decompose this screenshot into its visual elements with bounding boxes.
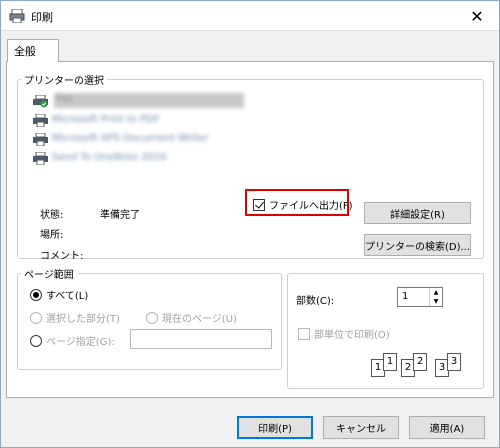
printer-icon: [9, 9, 25, 23]
selection-option: 選択した部分(T): [30, 310, 120, 325]
window-title: 印刷: [31, 11, 53, 24]
printer-name: Fax: [54, 93, 244, 108]
printer-icon: [33, 114, 48, 127]
current-page-label: 現在のページ(U): [162, 314, 237, 325]
all-pages-radio[interactable]: [30, 288, 42, 301]
status-value: 準備完了: [100, 210, 140, 221]
collate-page: 1: [383, 353, 397, 371]
status-label: 状態:: [40, 210, 64, 221]
printer-select-group: プリンターの選択 Fax Microsoft Print to PDF Micr…: [17, 72, 484, 262]
collate-label: 部単位で印刷(O): [314, 330, 390, 341]
printer-name: Microsoft XPS Document Writer: [52, 133, 209, 144]
copies-stepper[interactable]: 1 ▲ ▼: [397, 287, 443, 307]
list-item[interactable]: Microsoft Print to PDF: [32, 112, 472, 129]
printer-select-legend: プリンターの選択: [24, 76, 104, 87]
fax-printer-icon: [33, 95, 48, 108]
page-range-legend: ページ範囲: [24, 270, 74, 281]
cancel-button[interactable]: キャンセル: [323, 416, 399, 439]
copies-value: 1: [402, 291, 409, 302]
printer-icon: [33, 152, 48, 165]
collate-illustration: 1 1 2 2 3 3: [369, 351, 465, 379]
chevron-up-icon[interactable]: ▲: [430, 288, 442, 297]
list-item[interactable]: Send To OneNote 2016: [32, 150, 472, 167]
printer-icon: [33, 133, 48, 146]
apply-button[interactable]: 適用(A): [409, 416, 485, 439]
list-item[interactable]: Fax: [32, 93, 472, 110]
current-page-radio: [146, 311, 158, 324]
selection-label: 選択した部分(T): [46, 314, 120, 325]
current-page-option: 現在のページ(U): [146, 310, 237, 325]
chevron-down-icon[interactable]: ▼: [430, 297, 442, 306]
print-button[interactable]: 印刷(P): [237, 416, 313, 439]
page-spec-label: ページ指定(G):: [46, 337, 115, 348]
selection-radio: [30, 311, 42, 324]
comment-label: コメント:: [40, 251, 84, 262]
all-pages-label: すべて(L): [46, 291, 89, 302]
collate-checkbox: [298, 327, 310, 340]
all-pages-option[interactable]: すべて(L): [30, 287, 88, 302]
page-spec-option[interactable]: ページ指定(G):: [30, 333, 115, 348]
copies-label: 部数(C):: [296, 296, 335, 307]
collate-page: 2: [413, 353, 427, 371]
stepper-arrows[interactable]: ▲ ▼: [429, 288, 442, 306]
highlight-annotation: [245, 189, 349, 216]
printer-name: Microsoft Print to PDF: [52, 114, 160, 125]
close-icon: ✕: [470, 6, 484, 26]
collate-option: 部単位で印刷(O): [298, 326, 390, 341]
page-spec-input[interactable]: [130, 329, 272, 349]
preferences-button[interactable]: 詳細設定(R): [364, 202, 471, 224]
printer-list[interactable]: Fax Microsoft Print to PDF Microsoft XPS…: [32, 93, 472, 169]
close-button[interactable]: ✕: [455, 1, 499, 31]
list-item[interactable]: Microsoft XPS Document Writer: [32, 131, 472, 148]
find-printer-button[interactable]: プリンターの検索(D)...: [364, 234, 471, 256]
collate-page: 3: [447, 353, 461, 371]
tab-panel-general: プリンターの選択 Fax Microsoft Print to PDF Micr…: [6, 61, 494, 398]
title-bar: 印刷 ✕: [1, 1, 499, 31]
location-label: 場所:: [40, 230, 64, 241]
tab-general[interactable]: 全般: [7, 39, 59, 62]
page-range-group: ページ範囲 すべて(L) 選択した部分(T) 現在のページ(U) ページ指定(G…: [17, 266, 282, 370]
page-spec-radio[interactable]: [30, 334, 42, 347]
printer-name: Send To OneNote 2016: [52, 152, 167, 163]
print-dialog: 印刷 ✕ 全般 プリンターの選択 Fax Microsoft Print to …: [0, 0, 500, 448]
